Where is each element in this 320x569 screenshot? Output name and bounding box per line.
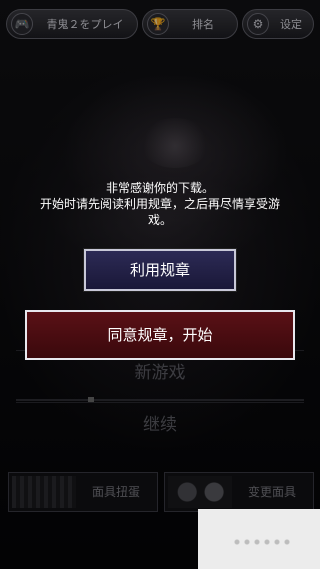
corner-panel [198, 509, 320, 569]
loading-dots [232, 537, 290, 547]
notice-line: 非常感谢你的下载。 [105, 181, 214, 195]
download-notice: 非常感谢你的下载。 开始时请先阅读利用规章，之后再尽情享受游 戏。 [10, 180, 310, 228]
terms-of-use-button[interactable]: 利用规章 [84, 249, 236, 291]
notice-line: 戏。 [147, 213, 172, 227]
agree-and-start-button[interactable]: 同意规章，开始 [25, 310, 295, 360]
notice-line: 开始时请先阅读利用规章，之后再尽情享受游 [39, 197, 280, 211]
